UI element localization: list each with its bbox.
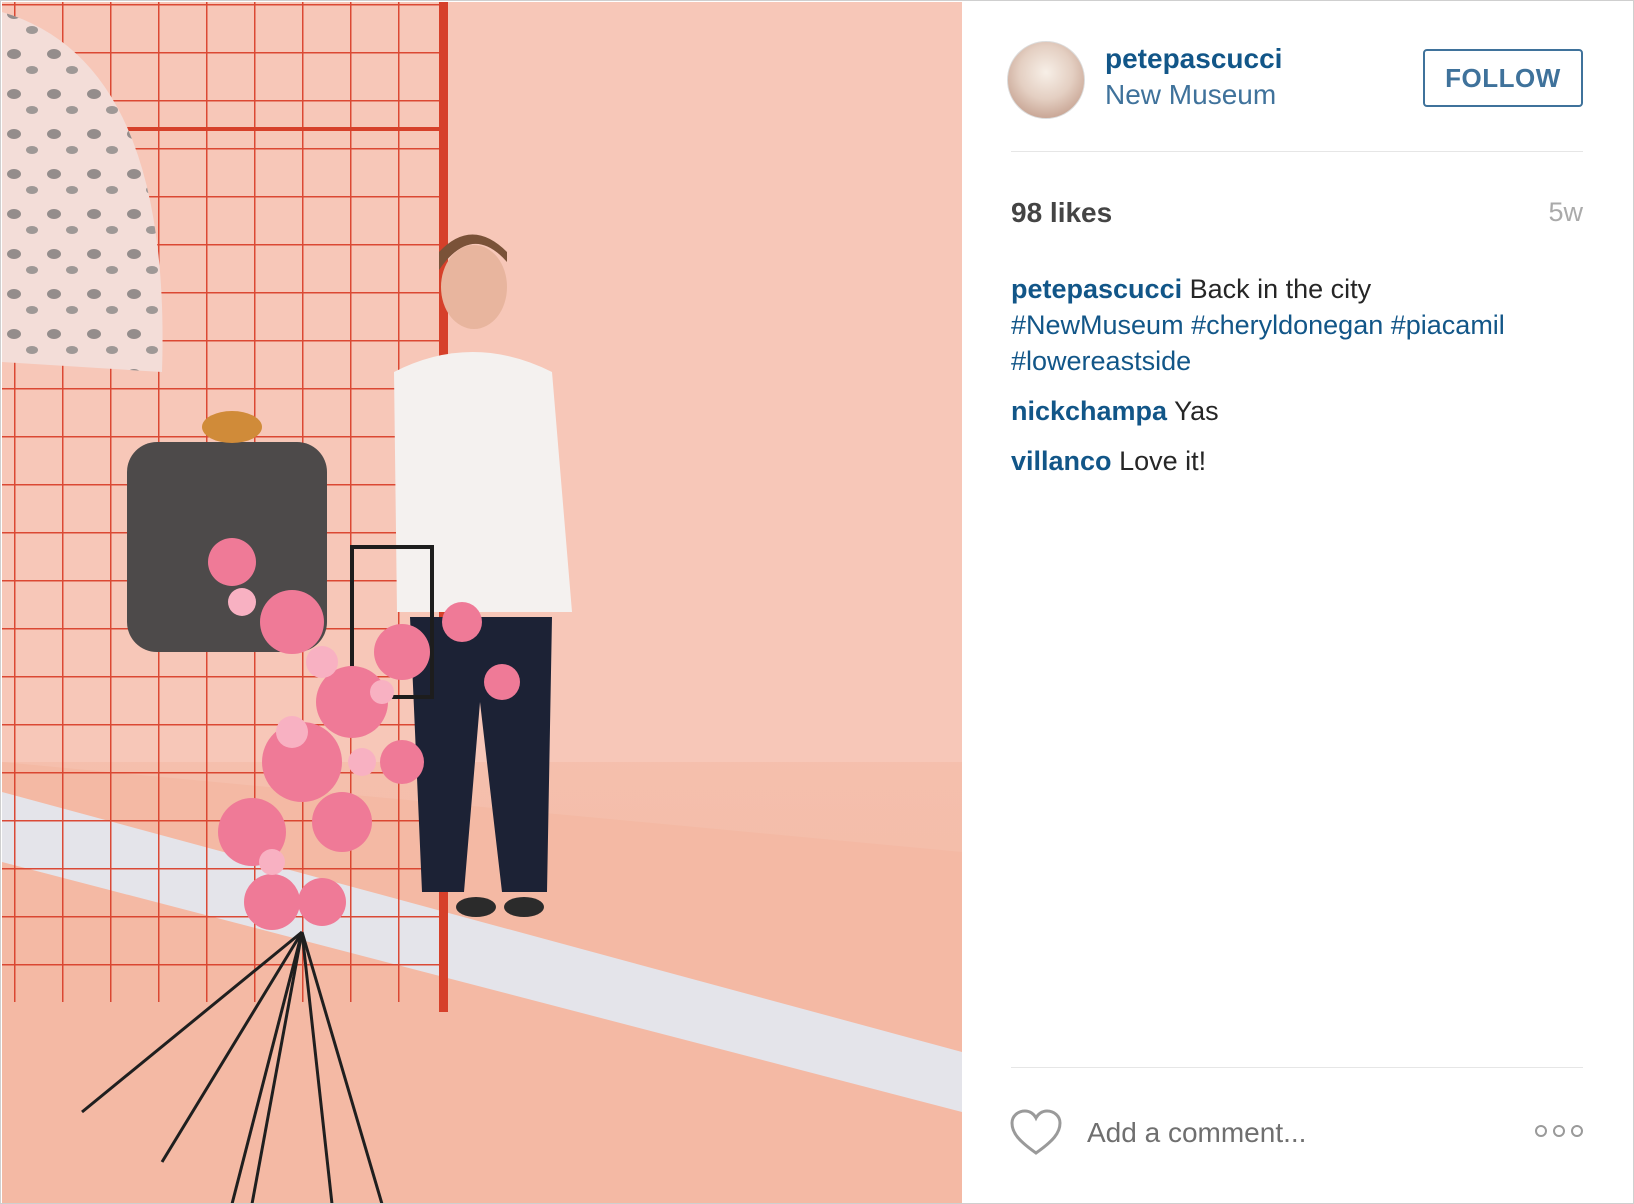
post-age[interactable]: 5w xyxy=(1548,197,1583,228)
comment-text: Love it! xyxy=(1119,446,1207,476)
comment-text: Yas xyxy=(1174,396,1219,426)
follow-button[interactable]: FOLLOW xyxy=(1423,49,1583,107)
comment-author[interactable]: nickchampa xyxy=(1011,396,1167,426)
hashtag-link[interactable]: #NewMuseum xyxy=(1011,310,1184,340)
header-divider xyxy=(1011,151,1583,152)
post-details-panel: petepascucci New Museum FOLLOW 98 likes … xyxy=(963,1,1633,1203)
avatar[interactable] xyxy=(1007,41,1085,119)
instagram-post: petepascucci New Museum FOLLOW 98 likes … xyxy=(0,0,1634,1204)
location-link[interactable]: New Museum xyxy=(1105,79,1276,111)
hashtag-link[interactable]: #cheryldonegan xyxy=(1191,310,1383,340)
owner-username[interactable]: petepascucci xyxy=(1105,43,1282,75)
likes-count[interactable]: 98 likes xyxy=(1011,197,1112,229)
footer-divider xyxy=(1011,1067,1583,1068)
caption-text: Back in the city xyxy=(1189,274,1372,304)
hashtag-link[interactable]: #lowereastside xyxy=(1011,346,1191,376)
caption: petepascucci Back in the city #NewMuseum… xyxy=(1011,271,1583,379)
comment-item: nickchampa Yas xyxy=(1011,393,1583,429)
more-options-icon[interactable] xyxy=(1533,1119,1585,1143)
post-photo[interactable] xyxy=(2,2,962,1203)
comments-list: petepascucci Back in the city #NewMuseum… xyxy=(1011,271,1583,493)
comment-input[interactable] xyxy=(1087,1107,1487,1159)
comment-item: villanco Love it! xyxy=(1011,443,1583,479)
heart-outline-icon[interactable] xyxy=(1009,1109,1063,1157)
photo-illustration xyxy=(2,2,962,1203)
comment-author[interactable]: villanco xyxy=(1011,446,1112,476)
caption-author[interactable]: petepascucci xyxy=(1011,274,1182,304)
hashtag-link[interactable]: #piacamil xyxy=(1391,310,1505,340)
